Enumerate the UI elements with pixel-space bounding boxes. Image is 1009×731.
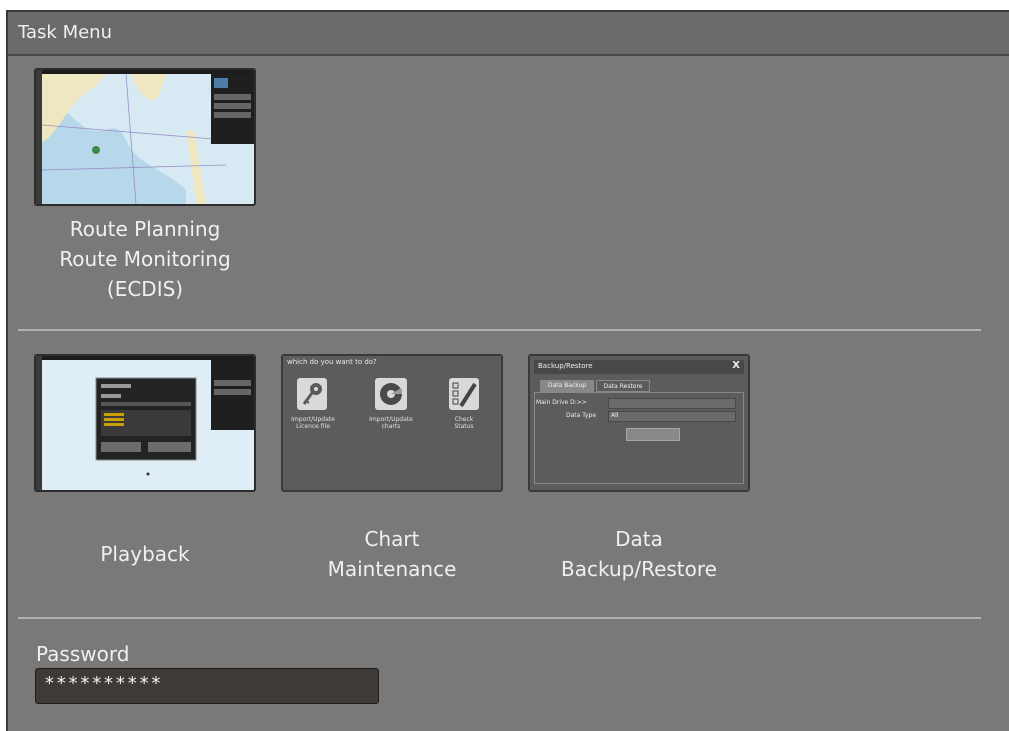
- chart-maintenance-label-line-2: Maintenance: [327, 557, 457, 581]
- chart-maintenance-label-line-1: Chart: [364, 527, 420, 551]
- task-menu-window: Task Menu Route Planning Route Monitorin…: [6, 10, 1009, 731]
- section-divider-top: [18, 329, 981, 331]
- check-status-line-1: Check: [454, 416, 474, 423]
- key-icon: [297, 378, 327, 410]
- playback-icon: [36, 356, 254, 490]
- chart-maintenance-prompt: which do you want to do?: [287, 358, 377, 366]
- password-field[interactable]: **********: [35, 668, 379, 704]
- main-drive-select: [608, 398, 736, 409]
- data-type-value: All: [611, 412, 619, 419]
- data-type-select: All: [608, 411, 736, 422]
- disc-icon: [375, 378, 407, 410]
- ecdis-label-line-1: Route Planning: [69, 217, 221, 241]
- title-bar: Task Menu: [8, 12, 1009, 56]
- import-licence-label: Import/Update Licence file: [285, 416, 341, 430]
- data-backup-thumbnail[interactable]: Backup/Restore X Data Backup Data Restor…: [528, 354, 750, 492]
- import-licence-line-2: Licence file: [296, 423, 330, 430]
- password-label: Password: [36, 642, 130, 666]
- chart-maintenance-label[interactable]: Chart Maintenance: [282, 524, 502, 584]
- data-backup-label-line-1: Data: [615, 527, 663, 551]
- ecdis-label-line-2: Route Monitoring: [59, 247, 231, 271]
- playback-thumbnail[interactable]: [34, 354, 256, 492]
- backup-dialog-titlebar: Backup/Restore X: [534, 360, 744, 374]
- import-charts-label: Import/Update charts: [363, 416, 419, 430]
- chart-maintenance-thumbnail[interactable]: which do you want to do? Import/Update L…: [281, 354, 503, 492]
- close-icon: X: [732, 360, 740, 371]
- backup-exec-button: [626, 428, 680, 441]
- chart-display-icon: [36, 70, 254, 204]
- data-backup-label[interactable]: Data Backup/Restore: [529, 524, 749, 584]
- ecdis-label[interactable]: Route Planning Route Monitoring (ECDIS): [35, 214, 255, 304]
- ecdis-label-line-3: (ECDIS): [106, 277, 184, 301]
- data-type-label: Data Type: [566, 412, 597, 419]
- main-drive-label: Main Drive D:>>: [536, 399, 587, 406]
- backup-dialog-title: Backup/Restore: [538, 362, 593, 370]
- playback-label-line-1: Playback: [100, 542, 190, 566]
- tab-data-backup: Data Backup: [540, 380, 594, 392]
- window-title: Task Menu: [18, 22, 112, 43]
- check-status-line-2: Status: [454, 423, 474, 430]
- ecdis-thumbnail[interactable]: [34, 68, 256, 206]
- playback-label[interactable]: Playback: [35, 539, 255, 569]
- checklist-icon: [449, 378, 479, 410]
- tab-data-restore: Data Restore: [596, 380, 650, 392]
- import-charts-line-1: Import/Update: [369, 416, 413, 423]
- data-backup-label-line-2: Backup/Restore: [561, 557, 717, 581]
- section-divider-bottom: [18, 617, 981, 619]
- check-status-label: Check Status: [441, 416, 487, 430]
- import-charts-line-2: charts: [381, 423, 401, 430]
- import-licence-line-1: Import/Update: [291, 416, 335, 423]
